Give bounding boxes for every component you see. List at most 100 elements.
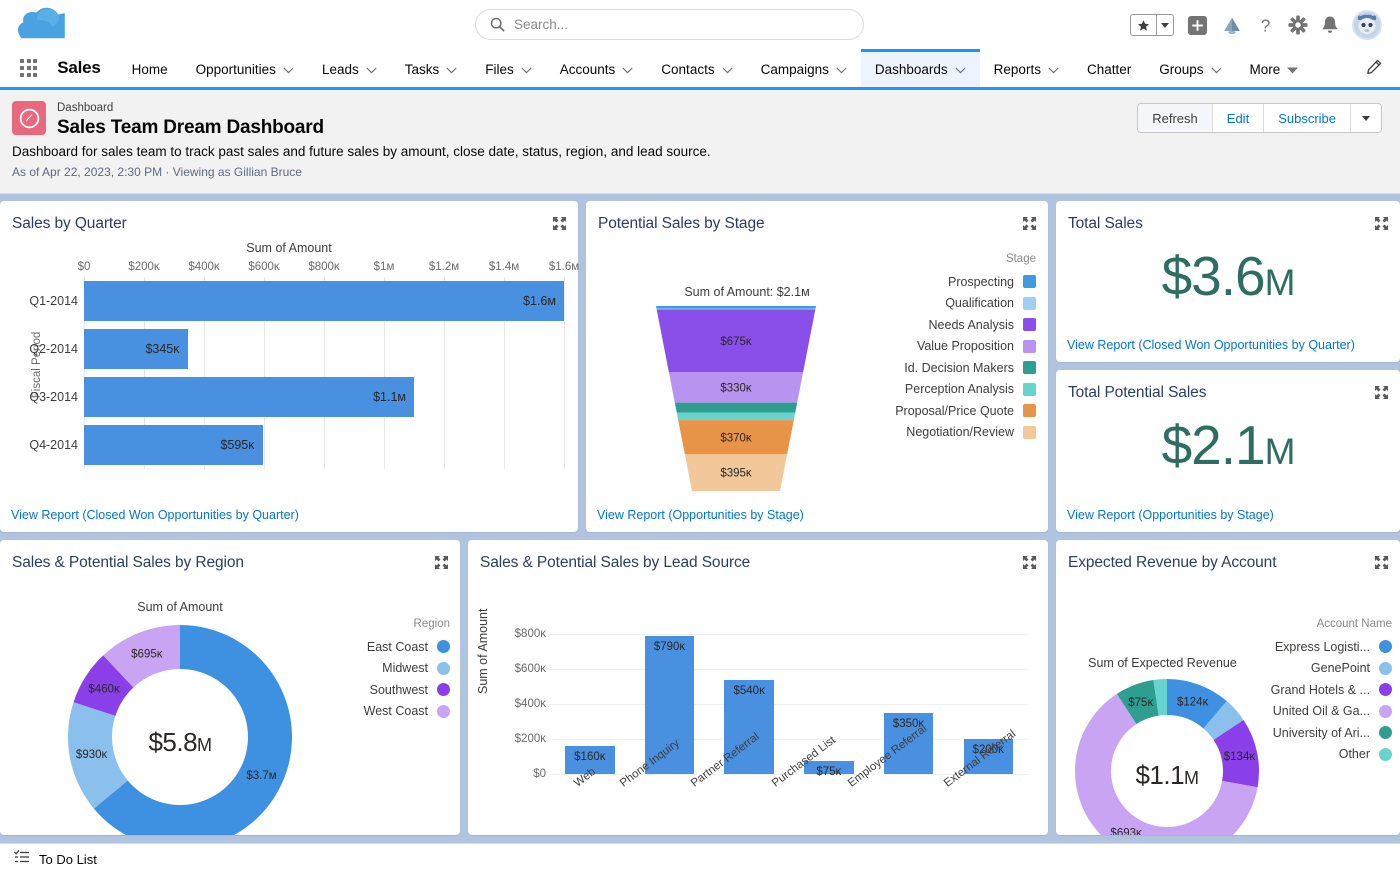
funnel-segment[interactable] bbox=[674, 402, 798, 413]
legend-dot bbox=[437, 640, 450, 654]
chart-bar-row[interactable]: Q2-2014 $345ᴋ bbox=[29, 325, 564, 373]
notifications-bell-icon[interactable] bbox=[1321, 15, 1339, 35]
legend-swatch bbox=[1023, 382, 1036, 396]
legend-item[interactable]: Qualification bbox=[895, 293, 1036, 315]
bar[interactable]: $1.1ᴍ bbox=[84, 377, 414, 417]
donut-subtitle: Sum of Expected Revenue bbox=[1088, 656, 1237, 670]
nav-item-label: Campaigns bbox=[760, 62, 829, 77]
bar-value-label: $1.6ᴍ bbox=[523, 294, 556, 308]
account-legend: Account Name Express Logisti... GenePoint… bbox=[1271, 618, 1392, 765]
edit-button[interactable]: Edit bbox=[1212, 104, 1265, 132]
legend-item[interactable]: Value Proposition bbox=[895, 336, 1036, 358]
nav-item-more[interactable]: More bbox=[1236, 49, 1313, 87]
legend-item[interactable]: Negotiation/Review bbox=[895, 422, 1036, 444]
funnel-segment[interactable] bbox=[676, 412, 796, 421]
legend-item[interactable]: GenePoint bbox=[1271, 658, 1392, 680]
legend-item[interactable]: Id. Decision Makers bbox=[895, 357, 1036, 379]
nav-item-campaigns[interactable]: Campaigns bbox=[747, 49, 861, 87]
view-report-link[interactable]: View Report (Opportunities by Stage) bbox=[597, 508, 804, 522]
legend-item[interactable]: Needs Analysis bbox=[895, 314, 1036, 336]
legend-item[interactable]: Express Logisti... bbox=[1271, 636, 1392, 658]
card-title: Potential Sales by Stage bbox=[598, 215, 765, 232]
funnel-segment[interactable] bbox=[656, 308, 816, 310]
legend-item[interactable]: Other bbox=[1271, 744, 1392, 766]
legend-label: Other bbox=[1338, 747, 1370, 762]
setup-gear-icon[interactable] bbox=[1288, 15, 1308, 35]
nav-item-chatter[interactable]: Chatter bbox=[1073, 49, 1145, 87]
chart-bar-row[interactable]: Q4-2014 $595ᴋ bbox=[29, 421, 564, 469]
subscribe-button[interactable]: Subscribe bbox=[1264, 104, 1351, 132]
setup-assistant-icon[interactable] bbox=[1221, 15, 1243, 36]
nav-item-accounts[interactable]: Accounts bbox=[546, 49, 648, 87]
nav-item-groups[interactable]: Groups bbox=[1145, 49, 1235, 87]
salesforce-cloud-logo[interactable] bbox=[18, 4, 66, 44]
funnel-subtitle: Sum of Amount: $2.1ᴍ bbox=[684, 285, 810, 299]
chart-bar-row[interactable]: Q3-2014 $1.1ᴍ bbox=[29, 373, 564, 421]
y-tick-label: $800ᴋ bbox=[514, 628, 546, 640]
todo-list-icon bbox=[14, 849, 30, 870]
nav-item-tasks[interactable]: Tasks bbox=[391, 49, 472, 87]
nav-item-files[interactable]: Files bbox=[471, 49, 546, 87]
view-report-link[interactable]: View Report (Opportunities by Stage) bbox=[1067, 508, 1274, 522]
expand-icon[interactable] bbox=[1374, 385, 1389, 400]
dashboard-more-dropdown[interactable] bbox=[1351, 104, 1381, 132]
help-icon[interactable]: ? bbox=[1256, 15, 1275, 36]
bar-value-label: $595ᴋ bbox=[220, 438, 255, 452]
nav-item-home[interactable]: Home bbox=[118, 49, 182, 87]
expand-icon[interactable] bbox=[434, 555, 449, 570]
x-tick-label: $1.4ᴍ bbox=[488, 261, 520, 273]
favorites-group[interactable] bbox=[1130, 14, 1174, 36]
favorites-dropdown-icon[interactable] bbox=[1156, 15, 1173, 35]
nav-item-reports[interactable]: Reports bbox=[980, 49, 1073, 87]
legend-item[interactable]: Midwest bbox=[364, 658, 450, 680]
legend-item[interactable]: Prospecting bbox=[895, 271, 1036, 293]
legend-item[interactable]: West Coast bbox=[364, 701, 450, 723]
nav-item-opportunities[interactable]: Opportunities bbox=[182, 49, 308, 87]
vertical-bar-chart: Sum of Amount $0 $200ᴋ $400ᴋ $600ᴋ $800ᴋ $16… bbox=[468, 572, 1048, 822]
legend-item[interactable]: University of Ari... bbox=[1271, 722, 1392, 744]
donut-segment-label: $75ᴋ bbox=[1128, 697, 1153, 709]
app-launcher-waffle-icon[interactable] bbox=[0, 49, 48, 87]
donut-segment-label: $695ᴋ bbox=[131, 648, 163, 660]
refresh-button[interactable]: Refresh bbox=[1138, 104, 1213, 132]
pencil-edit-icon[interactable] bbox=[1366, 49, 1382, 84]
favorites-star-icon[interactable] bbox=[1131, 15, 1156, 35]
search-input[interactable] bbox=[514, 17, 849, 32]
legend-item[interactable]: Perception Analysis bbox=[895, 379, 1036, 401]
donut-segment-label: $3.7ᴍ bbox=[246, 770, 276, 782]
nav-item-label: Chatter bbox=[1086, 62, 1132, 77]
legend-item[interactable]: East Coast bbox=[364, 636, 450, 658]
nav-item-leads[interactable]: Leads bbox=[308, 49, 391, 87]
expand-icon[interactable] bbox=[1374, 216, 1389, 231]
bar[interactable]: $1.6ᴍ bbox=[84, 281, 564, 321]
legend-item[interactable]: United Oil & Ga... bbox=[1271, 701, 1392, 723]
user-avatar[interactable] bbox=[1352, 10, 1382, 40]
bar[interactable]: $345ᴋ bbox=[84, 329, 188, 369]
legend-item[interactable]: Grand Hotels & ... bbox=[1271, 679, 1392, 701]
expand-icon[interactable] bbox=[1374, 555, 1389, 570]
chart-bar-row[interactable]: Q1-2014 $1.6ᴍ bbox=[29, 277, 564, 325]
expand-icon[interactable] bbox=[552, 216, 567, 231]
view-report-link[interactable]: View Report (Closed Won Opportunities by… bbox=[1067, 338, 1355, 352]
chevron-down-icon bbox=[1048, 62, 1059, 77]
card-potential-sales-by-stage: Potential Sales by Stage Sum of Amount: … bbox=[586, 201, 1048, 532]
expand-icon[interactable] bbox=[1022, 216, 1037, 231]
global-search[interactable] bbox=[475, 9, 864, 40]
funnel-segment[interactable] bbox=[656, 306, 816, 309]
nav-item-dashboards[interactable]: Dashboards bbox=[860, 49, 980, 87]
chart-x-ticks: $0 $200ᴋ $400ᴋ $600ᴋ $800ᴋ $1ᴍ $1.2ᴍ $1.4ᴍ $1.6ᴍ bbox=[78, 261, 580, 277]
nav-item-label: Dashboards bbox=[874, 62, 948, 77]
legend-item[interactable]: Proposal/Price Quote bbox=[895, 400, 1036, 422]
add-icon[interactable] bbox=[1187, 15, 1208, 36]
chevron-down-icon bbox=[622, 62, 633, 77]
bar[interactable]: $595ᴋ bbox=[84, 425, 263, 465]
nav-item-label: Groups bbox=[1159, 62, 1204, 77]
legend-label: Qualification bbox=[945, 296, 1014, 311]
view-report-link[interactable]: View Report (Closed Won Opportunities by… bbox=[11, 508, 299, 522]
bar-value-label: $345ᴋ bbox=[145, 342, 180, 356]
card-title: Sales & Potential Sales by Lead Source bbox=[480, 554, 751, 571]
expand-icon[interactable] bbox=[1022, 555, 1037, 570]
nav-item-contacts[interactable]: Contacts bbox=[647, 49, 746, 87]
legend-item[interactable]: Southwest bbox=[364, 679, 450, 701]
dashboard-header: Dashboard Sales Team Dream Dashboard Das… bbox=[0, 90, 1400, 194]
